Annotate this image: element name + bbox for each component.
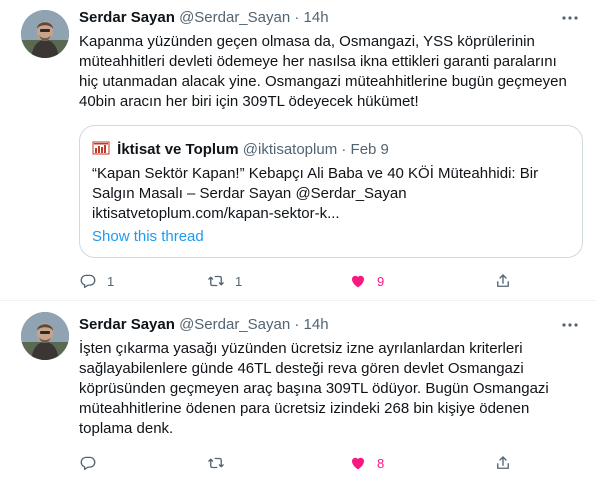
author-handle[interactable]: @Serdar_Sayan [179,9,290,26]
tweet[interactable]: Serdar Sayan @Serdar_Sayan · 14h Kapanma… [0,0,596,300]
retweet-icon [208,457,224,469]
quoted-author-handle[interactable]: @iktisatoplum [243,141,337,158]
quoted-author-name[interactable]: İktisat ve Toplum [117,141,238,158]
tweet-header: Serdar Sayan @Serdar_Sayan · 14h [79,315,329,335]
retweet-button[interactable]: 1 [207,271,242,291]
like-button[interactable]: 9 [349,271,384,291]
heart-filled-icon [352,457,364,470]
iktisat-logo-icon [92,141,110,155]
author-name[interactable]: Serdar Sayan [79,316,175,333]
retweet-icon [208,275,224,287]
like-button[interactable]: 8 [349,453,384,473]
like-count: 8 [377,455,385,471]
share-icon [497,274,509,287]
show-thread-link[interactable]: Show this thread [92,227,204,247]
share-icon [497,456,509,469]
tweet-header: Serdar Sayan @Serdar_Sayan · 14h [79,8,329,28]
separator-dot: · [294,316,300,333]
tweet-actions: 1 1 9 [79,271,539,291]
heart-filled-icon [352,275,364,288]
separator-dot: · [341,141,347,158]
reply-button[interactable] [79,453,107,473]
reply-count: 1 [107,273,115,289]
quoted-tweet-header: İktisat ve Toplum @iktisatoplum · Feb 9 [92,139,389,159]
more-options-icon[interactable] [560,315,580,335]
separator-dot: · [294,9,300,26]
reply-icon [80,274,96,289]
more-options-icon[interactable] [560,8,580,28]
like-count: 9 [377,273,385,289]
reply-button[interactable]: 1 [79,271,114,291]
author-name[interactable]: Serdar Sayan [79,9,175,26]
quoted-tweet-card[interactable]: İktisat ve Toplum @iktisatoplum · Feb 9 … [79,125,583,258]
retweet-button[interactable] [207,453,235,473]
quoted-tweet-time[interactable]: Feb 9 [351,141,389,158]
tweet-time[interactable]: 14h [304,316,329,333]
author-avatar[interactable] [21,312,69,360]
tweet-text: İşten çıkarma yasağı yüzünden ücretsiz i… [79,340,549,437]
share-button[interactable] [494,271,512,291]
retweet-count: 1 [235,273,243,289]
tweet-actions: 8 [79,453,539,473]
tweet-text: Kapanma yüzünden geçen olmasa da, Osmang… [79,33,567,110]
quoted-tweet-text: “Kapan Sektör Kapan!” Kebapçı Ali Baba v… [92,165,539,222]
reply-icon [80,456,96,471]
share-button[interactable] [494,453,512,473]
author-avatar[interactable] [21,10,69,58]
author-handle[interactable]: @Serdar_Sayan [179,316,290,333]
tweet-time[interactable]: 14h [304,9,329,26]
tweet[interactable]: Serdar Sayan @Serdar_Sayan · 14h İşten ç… [0,300,596,483]
